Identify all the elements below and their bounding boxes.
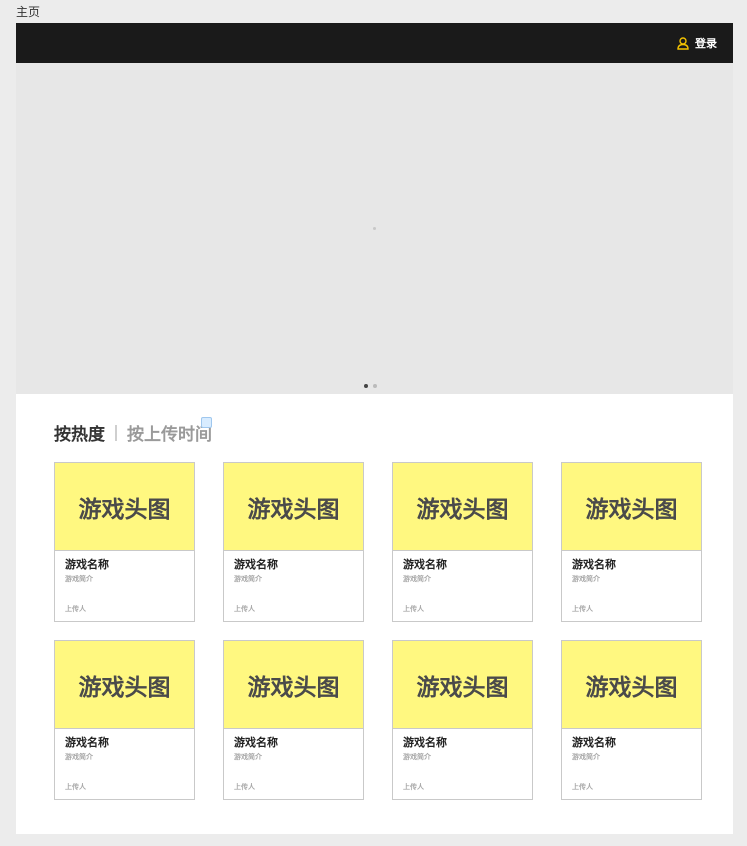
game-description: 游戏简介: [234, 753, 262, 761]
game-card[interactable]: 游戏头图 游戏名称 游戏简介 上传人: [54, 640, 195, 800]
game-description: 游戏简介: [403, 575, 431, 583]
game-uploader: 上传人: [65, 605, 86, 613]
game-card[interactable]: 游戏头图 游戏名称 游戏简介 上传人: [54, 462, 195, 622]
page-label: 主页: [16, 5, 41, 19]
game-thumbnail: 游戏头图: [393, 463, 532, 551]
sort-tabs: 按热度 按上传时间: [54, 417, 212, 445]
game-description: 游戏简介: [65, 753, 93, 761]
banner-carousel[interactable]: [16, 63, 733, 394]
tab-sort-by-upload-time[interactable]: 按上传时间: [127, 417, 212, 445]
game-thumbnail: 游戏头图: [562, 641, 701, 729]
game-card[interactable]: 游戏头图 游戏名称 游戏简介 上传人: [223, 640, 364, 800]
carousel-dot-2[interactable]: [373, 384, 377, 388]
game-uploader: 上传人: [572, 605, 593, 613]
game-thumbnail: 游戏头图: [562, 463, 701, 551]
game-name: 游戏名称: [403, 558, 447, 571]
game-card[interactable]: 游戏头图 游戏名称 游戏简介 上传人: [561, 462, 702, 622]
game-name: 游戏名称: [234, 736, 278, 749]
banner-placeholder-dot: [373, 227, 376, 230]
carousel-dot-1[interactable]: [364, 384, 368, 388]
user-icon: [677, 36, 689, 50]
game-uploader: 上传人: [572, 783, 593, 791]
game-thumbnail: 游戏头图: [55, 463, 194, 551]
game-uploader: 上传人: [403, 783, 424, 791]
game-card[interactable]: 游戏头图 游戏名称 游戏简介 上传人: [561, 640, 702, 800]
game-description: 游戏简介: [572, 575, 600, 583]
tab-sort-by-upload-time-label: 按上传时间: [127, 425, 212, 445]
selection-marker-icon: [201, 417, 212, 428]
game-description: 游戏简介: [65, 575, 93, 583]
game-name: 游戏名称: [572, 736, 616, 749]
game-uploader: 上传人: [234, 783, 255, 791]
game-name: 游戏名称: [65, 558, 109, 571]
top-navbar: 登录: [16, 23, 733, 63]
game-card-grid: 游戏头图 游戏名称 游戏简介 上传人 游戏头图 游戏名称 游戏简介 上传人 游戏…: [54, 462, 702, 800]
game-thumbnail: 游戏头图: [224, 641, 363, 729]
game-name: 游戏名称: [403, 736, 447, 749]
tab-sort-by-popularity[interactable]: 按热度: [54, 420, 105, 445]
game-description: 游戏简介: [234, 575, 262, 583]
game-name: 游戏名称: [572, 558, 616, 571]
game-name: 游戏名称: [65, 736, 109, 749]
carousel-indicators: [364, 384, 377, 388]
game-description: 游戏简介: [403, 753, 431, 761]
game-card[interactable]: 游戏头图 游戏名称 游戏简介 上传人: [392, 640, 533, 800]
login-button[interactable]: 登录: [677, 35, 717, 51]
login-label: 登录: [695, 37, 717, 50]
app-frame: 登录 按热度 按上传时间 游戏头图 游戏名称 游戏简介 上传人 游戏头图 游戏名…: [16, 23, 733, 834]
game-name: 游戏名称: [234, 558, 278, 571]
game-card[interactable]: 游戏头图 游戏名称 游戏简介 上传人: [392, 462, 533, 622]
game-thumbnail: 游戏头图: [393, 641, 532, 729]
game-thumbnail: 游戏头图: [55, 641, 194, 729]
game-thumbnail: 游戏头图: [224, 463, 363, 551]
tab-divider: [115, 424, 117, 441]
game-description: 游戏简介: [572, 753, 600, 761]
game-uploader: 上传人: [65, 783, 86, 791]
game-card[interactable]: 游戏头图 游戏名称 游戏简介 上传人: [223, 462, 364, 622]
game-uploader: 上传人: [234, 605, 255, 613]
game-uploader: 上传人: [403, 605, 424, 613]
